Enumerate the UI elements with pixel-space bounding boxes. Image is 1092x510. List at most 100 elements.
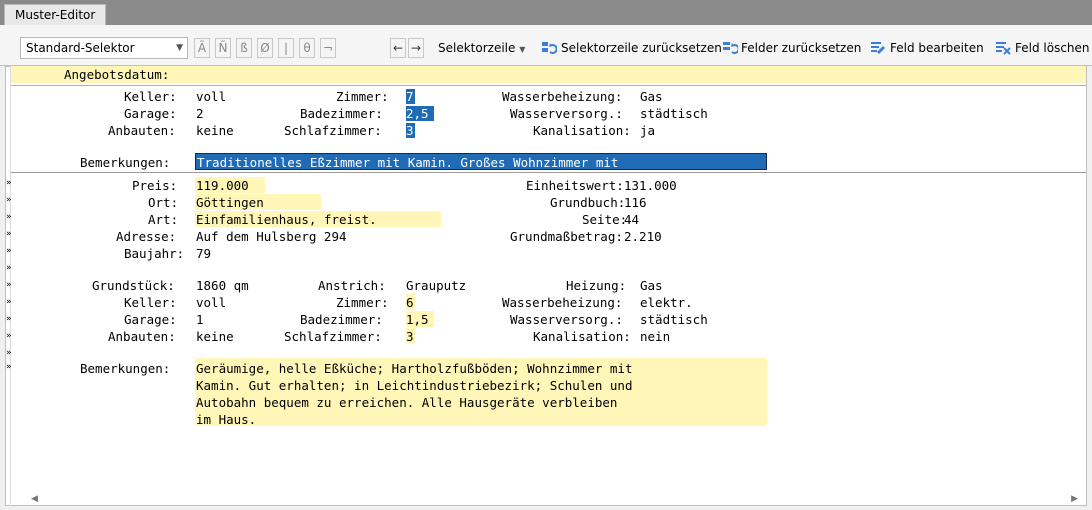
chevron-down-icon: ▼ (176, 43, 183, 53)
char-button-eszett[interactable]: ß (236, 38, 252, 58)
value-badezimmer-2[interactable]: 1,5 (406, 311, 429, 328)
value-zimmer[interactable]: 7 (406, 88, 414, 105)
value-keller[interactable]: voll (196, 88, 226, 105)
value-grundmassbetrag[interactable]: 2.210 (624, 228, 662, 245)
scroll-left-icon[interactable]: ◀ (31, 492, 38, 506)
reset-selektorzeile-icon[interactable] (541, 40, 557, 56)
char-button-theta[interactable]: θ (299, 38, 315, 58)
header-row (11, 66, 1086, 83)
value-bemerkungen-line[interactable]: Geräumige, helle Eßküche; Hartholzfußböd… (196, 360, 633, 377)
delete-field-icon[interactable] (995, 40, 1011, 56)
value-art[interactable]: Einfamilienhaus, freist. (196, 211, 377, 228)
horizontal-scrollbar[interactable]: ◀ ▶ (11, 492, 1086, 506)
scroll-right-icon[interactable]: ▶ (1071, 492, 1078, 506)
label-zimmer: Zimmer: (336, 89, 389, 104)
value-kanalisation[interactable]: ja (640, 122, 655, 139)
edit-field-icon[interactable] (870, 40, 886, 56)
reset-fields-button[interactable]: Felder zurücksetzen (741, 40, 861, 56)
value-bemerkungen[interactable]: Traditionelles Eßzimmer mit Kamin. Große… (197, 154, 618, 171)
label-schlafzimmer: Schlafzimmer: (284, 123, 382, 138)
gutter-marker-icon: » (6, 314, 12, 324)
selector-value: Standard-Selektor (26, 41, 135, 55)
delete-field-button[interactable]: Feld löschen (1015, 40, 1090, 56)
value-zimmer-2[interactable]: 6 (406, 294, 414, 311)
record-divider (11, 172, 1086, 173)
value-adresse[interactable]: Auf dem Hulsberg 294 (196, 228, 347, 245)
chevron-down-icon: ▼ (519, 45, 526, 54)
value-ort[interactable]: Göttingen (196, 194, 264, 211)
value-garage-2[interactable]: 1 (196, 311, 204, 328)
label-preis: Preis: (132, 178, 178, 193)
value-grundstueck[interactable]: 1860 qm (196, 277, 249, 294)
gutter-marker-icon: » (6, 229, 12, 239)
label-adresse: Adresse: (116, 229, 177, 244)
label-kanalisation-2: Kanalisation: (533, 329, 631, 344)
value-bemerkungen-line[interactable]: Autobahn bequem zu erreichen. Alle Hausg… (196, 394, 617, 411)
value-einheitswert[interactable]: 131.000 (624, 177, 677, 194)
value-schlafzimmer[interactable]: 3 (406, 122, 414, 139)
value-garage[interactable]: 2 (196, 105, 204, 122)
label-wasserversorg-2: Wasserversorg.: (510, 312, 623, 327)
label-wasserversorg: Wasserversorg.: (510, 106, 623, 121)
value-preis[interactable]: 119.000 (196, 177, 249, 194)
selector-dropdown[interactable]: Standard-Selektor ▼ (20, 37, 188, 59)
gutter-marker-icon: » (6, 348, 12, 358)
value-heizung[interactable]: Gas (640, 277, 663, 294)
gutter-marker-icon: » (6, 263, 12, 273)
reset-fields-icon[interactable] (722, 40, 738, 56)
value-baujahr[interactable]: 79 (196, 245, 211, 262)
selektorzeile-menu[interactable]: Selektorzeile ▼ (438, 40, 525, 58)
value-wasserversorg-2[interactable]: städtisch (640, 311, 708, 328)
reset-selektorzeile-button[interactable]: Selektorzeile zurücksetzen (561, 40, 722, 56)
char-button-not[interactable]: ¬ (320, 38, 336, 58)
value-bemerkungen-line[interactable]: Kamin. Gut erhalten; in Leichtindustrieb… (196, 377, 633, 394)
arrow-right-button[interactable]: → (408, 38, 424, 58)
label-baujahr: Baujahr: (124, 246, 185, 261)
value-bemerkungen-line[interactable]: im Haus. (196, 411, 256, 428)
edit-field-button[interactable]: Feld bearbeiten (890, 40, 984, 56)
label-bemerkungen: Bemerkungen: (80, 155, 171, 170)
label-grundbuch: Grundbuch: (550, 195, 626, 210)
char-button-o-slash[interactable]: Ø (257, 38, 273, 58)
value-wasserbeheizung[interactable]: Gas (640, 88, 663, 105)
gutter-marker-icon: » (6, 280, 12, 290)
label-anstrich: Anstrich: (318, 278, 386, 293)
value-anbauten-2[interactable]: keine (196, 328, 234, 345)
label-badezimmer: Badezimmer: (300, 106, 383, 121)
tab-muster-editor[interactable]: Muster-Editor (4, 4, 107, 25)
value-keller-2[interactable]: voll (196, 294, 226, 311)
value-badezimmer[interactable]: 2,5 (406, 105, 429, 122)
value-seite[interactable]: 44 (624, 211, 639, 228)
char-button-pipe[interactable]: | (278, 38, 294, 58)
value-grundbuch[interactable]: 116 (624, 194, 647, 211)
label-wasserbeheizung-2: Wasserbeheizung: (502, 295, 623, 310)
label-grundstueck: Grundstück: (92, 278, 175, 293)
char-button-n-tilde[interactable]: Ñ (215, 38, 231, 58)
label-zimmer-2: Zimmer: (336, 295, 389, 310)
label-kanalisation: Kanalisation: (533, 123, 631, 138)
gutter-marker-icon: » (6, 331, 12, 341)
label-anbauten-2: Anbauten: (108, 329, 176, 344)
label-einheitswert: Einheitswert: (526, 178, 624, 193)
label-keller-2: Keller: (124, 295, 177, 310)
value-kanalisation-2[interactable]: nein (640, 328, 670, 345)
gutter-marker-icon: » (6, 297, 12, 307)
gutter-marker-icon: » (6, 212, 12, 222)
value-wasserbeheizung-2[interactable]: elektr. (640, 294, 693, 311)
label-wasserbeheizung: Wasserbeheizung: (502, 89, 623, 104)
value-schlafzimmer-2[interactable]: 3 (406, 328, 414, 345)
label-art: Art: (148, 212, 179, 227)
label-anbauten: Anbauten: (108, 123, 176, 138)
label-heizung: Heizung: (566, 278, 627, 293)
label-seite: Seite: (582, 212, 628, 227)
char-button-a-tilde[interactable]: Ã (194, 38, 210, 58)
value-anstrich[interactable]: Grauputz (406, 277, 466, 294)
gutter-marker-icon: » (6, 246, 12, 256)
header-divider (11, 85, 1086, 86)
label-bemerkungen-2: Bemerkungen: (80, 361, 171, 376)
value-anbauten[interactable]: keine (196, 122, 234, 139)
label-garage-2: Garage: (124, 312, 177, 327)
label-garage: Garage: (124, 106, 177, 121)
arrow-left-button[interactable]: ← (390, 38, 406, 58)
value-wasserversorg[interactable]: städtisch (640, 105, 708, 122)
